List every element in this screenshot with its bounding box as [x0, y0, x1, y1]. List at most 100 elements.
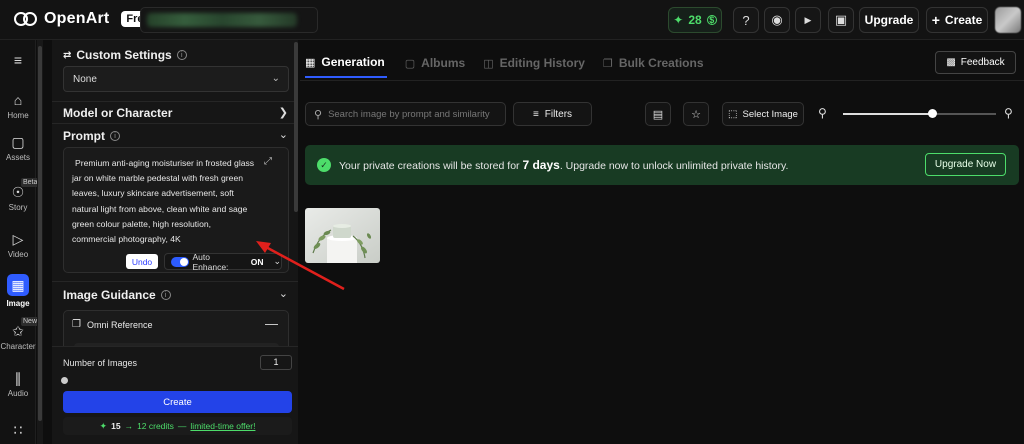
image-icon: ▦	[305, 56, 316, 69]
info-icon[interactable]: i	[110, 131, 120, 141]
create-button[interactable]: Create	[63, 391, 292, 413]
feedback-label: Feedback	[960, 57, 1005, 68]
favorites-button[interactable]: ☆	[683, 102, 709, 126]
generated-image-thumbnail[interactable]	[305, 208, 380, 263]
banner-text: . Upgrade now to unlock unlimited privat…	[559, 160, 789, 172]
tab-albums[interactable]: ▢ Albums	[405, 48, 465, 78]
panel-scrollbar-thumb[interactable]	[294, 42, 298, 212]
offer-old-price: 15	[111, 421, 121, 431]
custom-settings-header[interactable]: ⇄ Custom Settings i	[63, 48, 187, 62]
banner-days: 7 days	[522, 158, 560, 172]
tab-label: Albums	[421, 56, 466, 70]
collapse-minus-icon[interactable]: —	[265, 316, 278, 331]
info-icon[interactable]: i	[176, 50, 187, 60]
section-title: Custom Settings	[76, 48, 172, 62]
nav-label: Audio	[7, 389, 29, 398]
help-button[interactable]: ?	[733, 7, 759, 33]
generate-footer: Number of Images 1 Create ✦ 15 → 12 cred…	[52, 346, 298, 444]
search-input[interactable]: ⚲ Search image by prompt and similarity	[305, 102, 506, 126]
nav-item-image[interactable]: ▦ Image	[0, 274, 36, 308]
omni-reference-title: ❐ Omni Reference	[72, 319, 153, 330]
image-icon: ▦	[7, 274, 29, 296]
tab-label: Editing History	[499, 56, 585, 70]
chevron-down-icon[interactable]: ⌄	[279, 287, 288, 300]
discord-button[interactable]: ◉	[764, 7, 790, 33]
chevron-down-icon: ⌄	[271, 73, 280, 84]
nav-item-story[interactable]: Beta ☉ Story	[0, 178, 40, 212]
section-title: Model or Character	[63, 106, 173, 120]
tab-bulk-creations[interactable]: ❐ Bulk Creations	[603, 48, 704, 78]
zoom-in-icon[interactable]: ⚲	[1004, 106, 1013, 120]
tab-editing-history[interactable]: ◫ Editing History	[483, 48, 585, 78]
collapse-nav-button[interactable]: ≡	[0, 52, 36, 68]
auto-enhance-label: Auto Enhance:	[192, 251, 229, 272]
chat-bubble-icon: ▩	[946, 57, 956, 68]
arrow-icon: →	[124, 421, 134, 431]
gift-button[interactable]: ▣	[828, 7, 854, 33]
star-icon: ☆	[691, 108, 701, 121]
expand-icon[interactable]: ⤢	[264, 156, 272, 167]
prompt-text[interactable]: Premium anti-aging moisturiser in froste…	[72, 156, 260, 247]
workspace-selector[interactable]	[140, 7, 318, 33]
nav-label: Character	[0, 342, 36, 351]
tab-label: Generation	[321, 55, 385, 69]
prompt-line: commercial photography, 4K	[72, 234, 181, 245]
nav-item-audio[interactable]: ∥ Audio	[0, 370, 36, 398]
credits-button[interactable]: ✦ 28 $	[668, 7, 722, 33]
credits-count: 28	[688, 13, 702, 27]
collapse-menu-icon: ≡	[13, 52, 23, 68]
nav-label: Video	[7, 250, 29, 259]
prompt-line: jar on white marble pedestal with fresh …	[72, 173, 244, 184]
main-tabs: ▦ Generation ▢ Albums ◫ Editing History …	[305, 48, 722, 82]
model-or-character-header[interactable]: Model or Character	[63, 106, 172, 120]
logo[interactable]: OpenArt Free	[14, 10, 155, 28]
zoom-slider-fill	[843, 113, 932, 115]
info-icon[interactable]: i	[160, 290, 171, 300]
create-menu-button[interactable]: + Create	[926, 7, 988, 33]
feedback-button[interactable]: ▩ Feedback	[935, 51, 1016, 74]
avatar[interactable]	[995, 7, 1021, 33]
auto-enhance-toggle[interactable]: Auto Enhance: ON ⌄	[164, 251, 282, 272]
toggle-switch[interactable]	[171, 256, 189, 267]
tab-generation[interactable]: ▦ Generation	[305, 48, 387, 78]
view-mode-button[interactable]: ▤	[645, 102, 671, 126]
nav-item-video[interactable]: ▷ Video	[0, 231, 36, 259]
filters-button[interactable]: ≡ Filters	[513, 102, 592, 126]
chevron-down-icon[interactable]: ⌄	[279, 128, 288, 141]
offer-new-price: 12 credits	[137, 421, 174, 431]
chevron-right-icon[interactable]: ❯	[279, 106, 288, 119]
tabs-divider	[300, 80, 1024, 81]
brand-name: OpenArt	[44, 10, 110, 27]
prompt-header: Prompt i	[63, 129, 120, 143]
custom-settings-select[interactable]: None ⌄	[63, 66, 289, 92]
banner-text: Your private creations will be stored fo…	[339, 160, 523, 172]
top-bar: OpenArt Free ✦ 28 $ ? ◉ ▶ ▣ Upgrade + Cr…	[0, 0, 1024, 40]
nav-item-character[interactable]: New ✩ Character	[0, 317, 40, 351]
nav-item-home[interactable]: ⌂ Home	[0, 92, 36, 120]
redacted-workspace-name	[147, 13, 297, 27]
upgrade-button[interactable]: Upgrade	[859, 7, 919, 33]
auto-enhance-value: ON	[250, 256, 264, 267]
undo-button[interactable]: Undo	[126, 254, 158, 269]
offer-link[interactable]: limited-time offer!	[190, 421, 255, 431]
nav-item-assets[interactable]: ▢ Assets	[0, 134, 36, 162]
sliders-icon: ⇄	[63, 49, 72, 61]
video-icon: ▷	[12, 231, 24, 247]
banner-message: Your private creations will be stored fo…	[339, 158, 788, 172]
divider	[52, 101, 298, 102]
select-image-button[interactable]: ⬚ Select Image	[722, 102, 804, 126]
upgrade-now-button[interactable]: Upgrade Now	[925, 153, 1006, 176]
slider-knob[interactable]	[61, 377, 68, 384]
zoom-slider-knob[interactable]	[927, 109, 937, 118]
nav-scrollbar-thumb[interactable]	[38, 46, 42, 421]
youtube-button[interactable]: ▶	[795, 7, 821, 33]
number-of-images-slider[interactable]	[61, 377, 291, 384]
filters-label: Filters	[544, 108, 573, 120]
prompt-textarea[interactable]: Premium anti-aging moisturiser in froste…	[63, 147, 289, 273]
nav-item-apps[interactable]: ∷	[0, 422, 36, 438]
number-of-images-input[interactable]: 1	[260, 355, 292, 370]
zoom-out-icon[interactable]: ⚲	[818, 106, 827, 120]
discord-icon: ◉	[771, 12, 783, 27]
home-icon: ⌂	[13, 92, 23, 108]
product-photo-illustration	[305, 208, 380, 263]
